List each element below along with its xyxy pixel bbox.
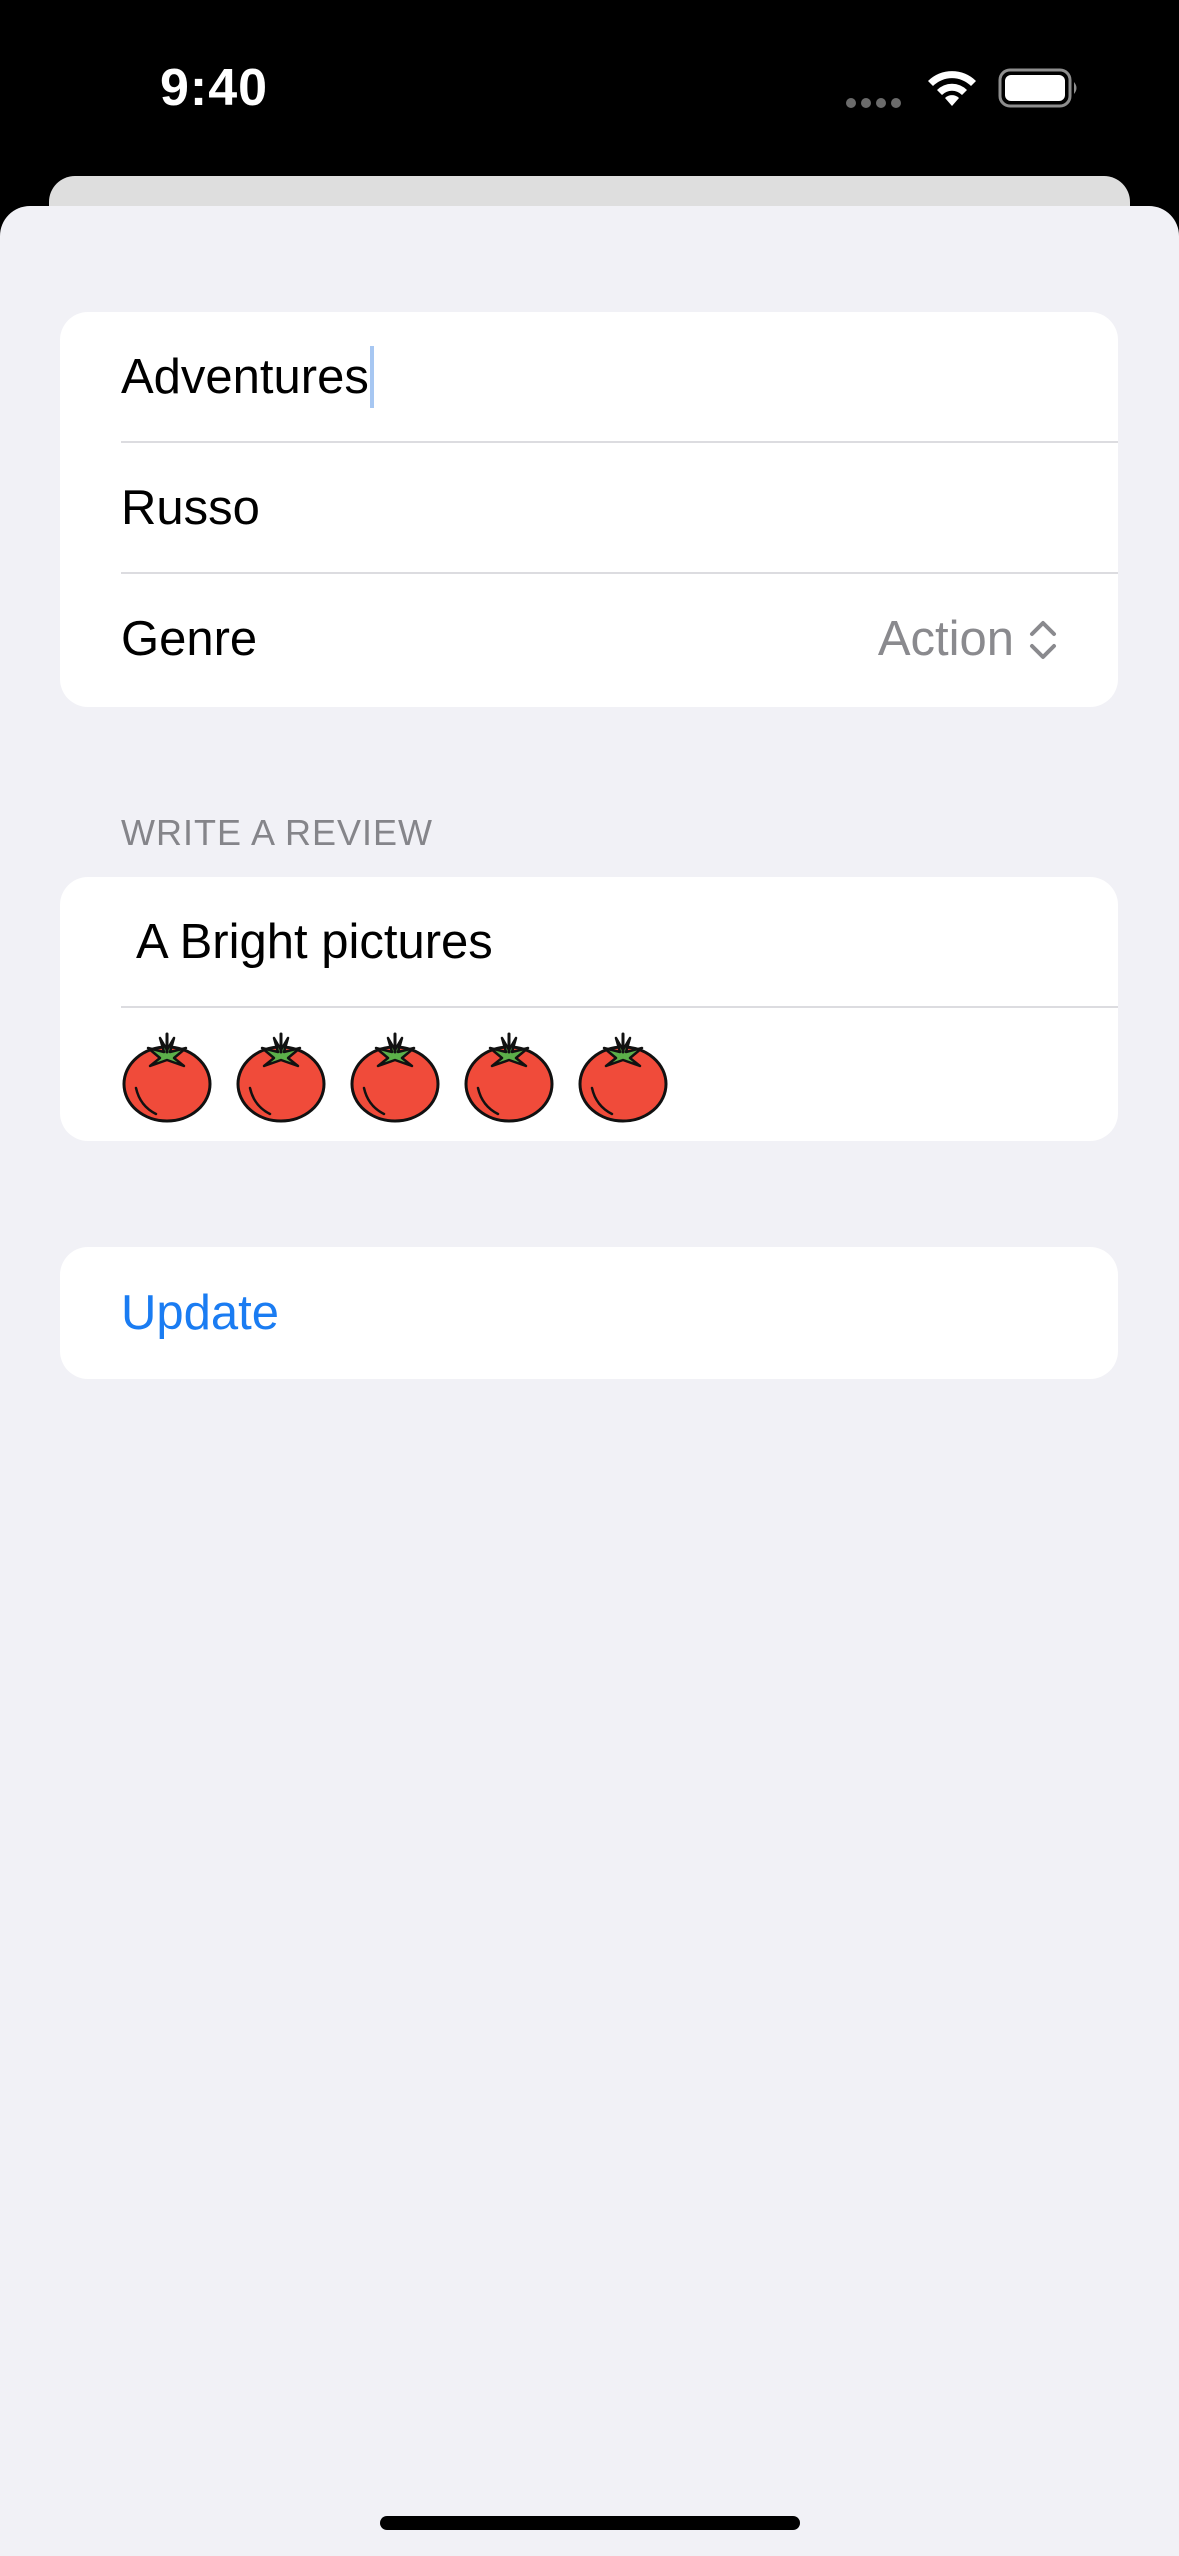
text-cursor (369, 346, 374, 409)
title-input-value: Adventures (121, 350, 369, 404)
cellular-signal-icon (846, 95, 906, 109)
section-header-review: WRITE A REVIEW (121, 812, 434, 853)
battery-icon (998, 68, 1077, 108)
home-indicator (380, 2516, 800, 2530)
director-input[interactable]: Russo (121, 443, 260, 574)
update-button[interactable]: Update (121, 1247, 279, 1379)
review-input[interactable]: A Bright pictures (136, 877, 493, 1007)
update-card: Update (60, 1247, 1118, 1379)
tomato-icon[interactable] (462, 1028, 556, 1124)
genre-selected-value: Action (877, 612, 1014, 666)
status-time: 9:40 (160, 59, 269, 117)
wifi-icon (928, 71, 976, 106)
status-bar: 9:40 (0, 0, 1179, 180)
tomato-icon[interactable] (120, 1028, 214, 1124)
tomato-icon[interactable] (348, 1028, 442, 1124)
director-row[interactable]: Russo (60, 443, 1118, 574)
chevron-up-down-icon (1030, 620, 1056, 659)
genre-picker-row[interactable]: Genre Action (60, 574, 1118, 705)
movie-details-card: Adventures Russo Genre Action (60, 312, 1118, 707)
review-row[interactable]: A Bright pictures (60, 877, 1118, 1008)
tomato-icon[interactable] (234, 1028, 328, 1124)
genre-picker[interactable]: Action (878, 574, 1058, 705)
genre-label: Genre (121, 612, 258, 666)
title-row[interactable]: Adventures (60, 312, 1118, 443)
tomato-icon[interactable] (576, 1028, 670, 1124)
title-input[interactable]: Adventures (121, 312, 374, 443)
